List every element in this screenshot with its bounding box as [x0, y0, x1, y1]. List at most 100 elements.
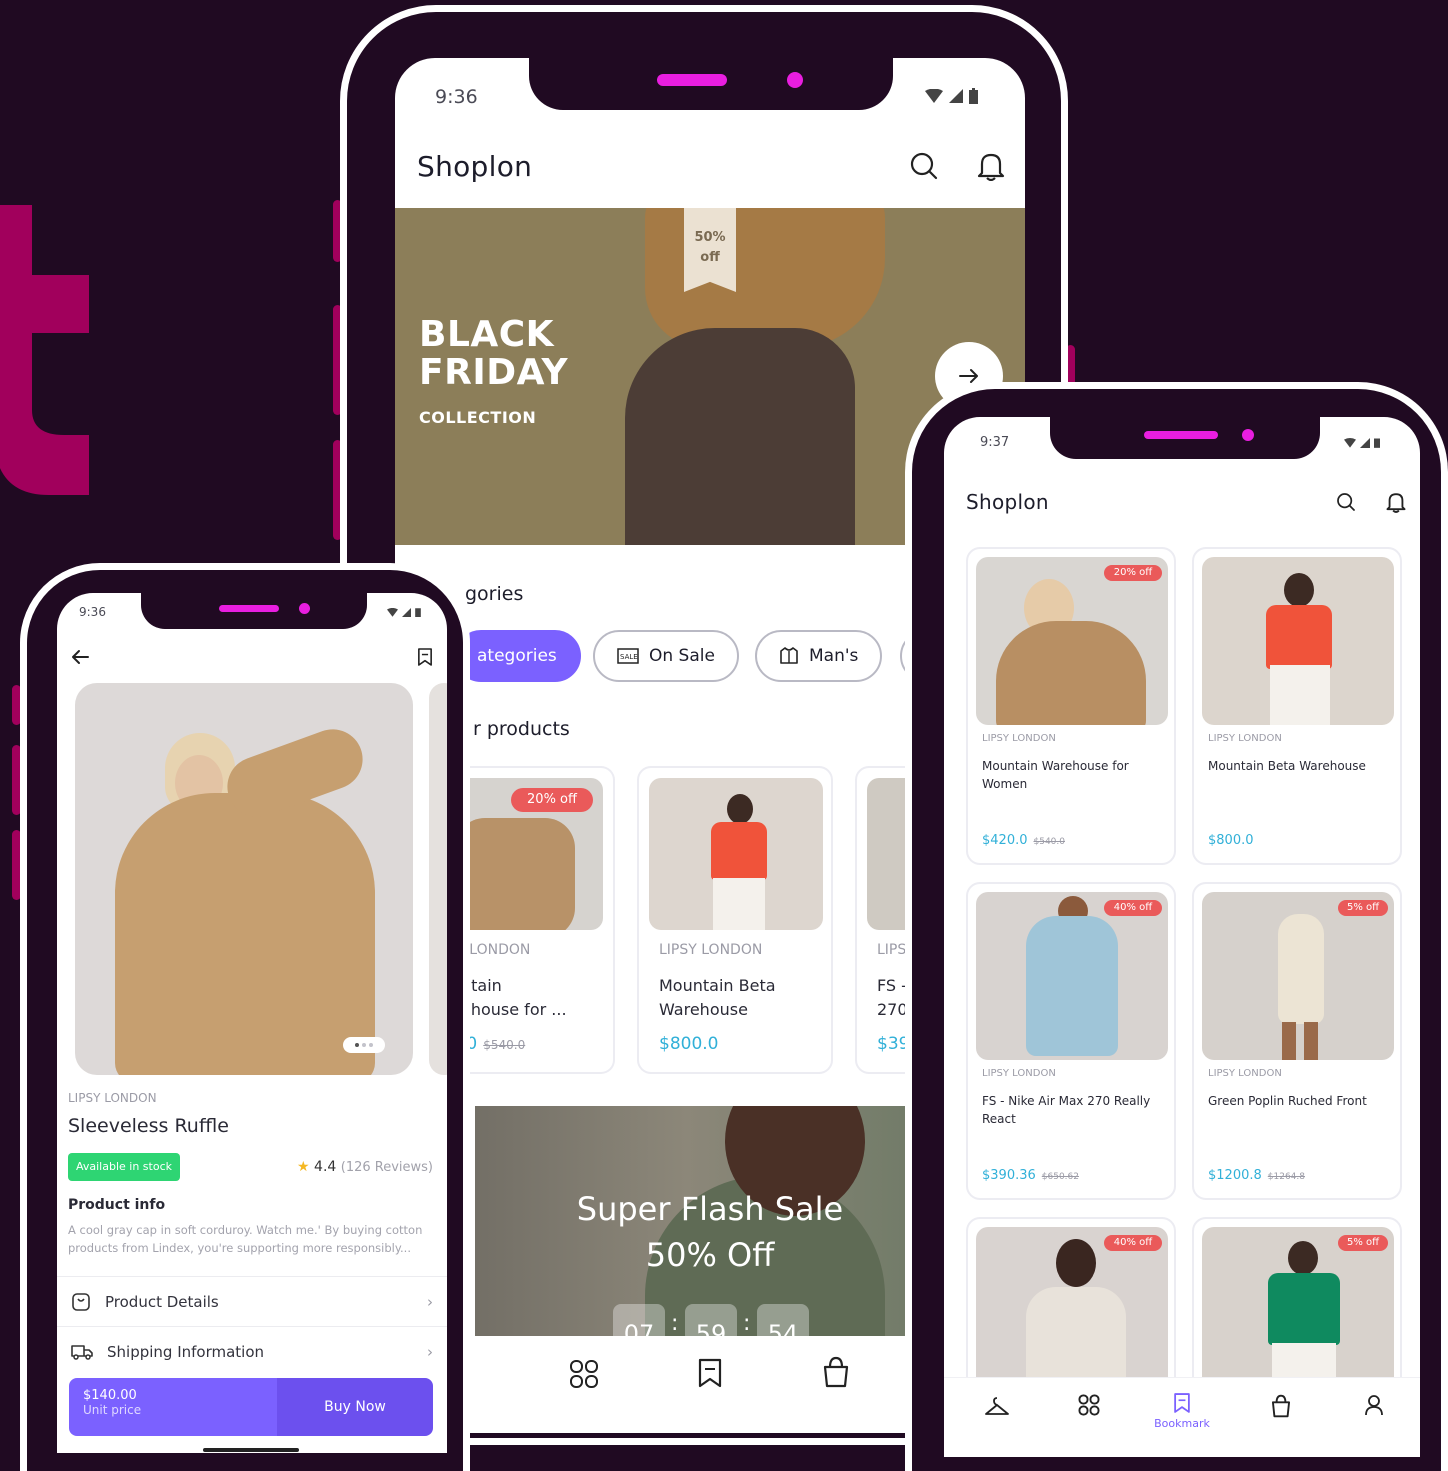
status-icons	[1344, 437, 1380, 448]
status-time: 9:37	[980, 435, 1010, 450]
wifi-icon	[1344, 437, 1356, 448]
discount-badge: 5% off	[1338, 900, 1388, 916]
bag-icon[interactable]	[1270, 1394, 1292, 1418]
truck-icon	[71, 1344, 93, 1360]
product-card[interactable]: 20% off ' LONDON ntain ehouse for ... .0…	[455, 766, 615, 1074]
product-card[interactable]: LIPSY LONDON Mountain Beta Warehouse $80…	[1192, 547, 1402, 865]
profile-icon[interactable]	[1364, 1394, 1384, 1416]
bottom-nav: Bookmark	[944, 1377, 1420, 1447]
timer-seconds: 54	[757, 1304, 809, 1336]
star-icon: ★	[297, 1159, 310, 1175]
details-screen: 9:36 LIPSY LONDON Sleeveless Ruffle Avai…	[57, 593, 447, 1453]
banner-title: BLACK FRIDAY	[419, 314, 569, 393]
battery-icon	[415, 608, 421, 617]
product-brand: LIPSY LONDON	[982, 733, 1056, 744]
product-title: FS - 270	[877, 976, 908, 1019]
discount-badge: 5% off	[1338, 1235, 1388, 1251]
battery-icon	[969, 88, 978, 104]
brand-letter-decoration	[0, 205, 89, 495]
discount-badge: 20% off	[511, 788, 593, 812]
bookmark-icon[interactable]	[417, 647, 433, 667]
flash-sale-banner[interactable]: Super Flash Sale 50% Off 07 : 59 : 54	[475, 1106, 945, 1336]
gallery-pagination	[343, 1037, 385, 1053]
nav-bookmark[interactable]: Bookmark	[1150, 1392, 1214, 1430]
product-title: Mountain Beta Warehouse	[1208, 759, 1366, 773]
bookmark-icon[interactable]	[697, 1357, 723, 1389]
purchase-bar: $140.00 Unit price Buy Now	[69, 1378, 433, 1436]
chip-all-categories[interactable]: ategories	[455, 630, 581, 682]
categories-icon[interactable]	[1078, 1394, 1100, 1416]
phone-product-grid: 9:37 Shoplon 20% off LIPSY LONDON Mounta…	[905, 382, 1448, 1471]
product-brand: ' LONDON	[461, 942, 531, 958]
buy-now-button[interactable]: Buy Now	[277, 1378, 433, 1436]
product-price: $800.0	[1208, 833, 1254, 848]
product-title: Mountain Beta Warehouse	[659, 976, 776, 1019]
status-icons	[387, 607, 421, 617]
signal-icon	[1360, 437, 1370, 448]
wifi-icon	[387, 607, 398, 617]
product-title: Sleeveless Ruffle	[68, 1115, 229, 1137]
chevron-right-icon: ›	[427, 1292, 433, 1311]
arrow-right-icon	[959, 369, 978, 383]
product-price: $390.36 $650.62	[982, 1168, 1079, 1183]
search-icon[interactable]	[909, 151, 939, 181]
status-icons	[925, 88, 978, 104]
product-gallery[interactable]	[75, 683, 413, 1075]
chip-mans[interactable]: Man's	[755, 630, 883, 682]
shirt-icon	[780, 647, 798, 664]
product-info-heading: Product info	[68, 1197, 166, 1213]
chip-on-sale[interactable]: SALE On Sale	[593, 630, 739, 682]
wifi-icon	[925, 89, 943, 103]
product-title: Mountain Warehouse for Women	[982, 759, 1129, 791]
product-brand: LIPSY LONDON	[982, 1068, 1056, 1079]
product-info-text: A cool gray cap in soft corduroy. Watch …	[68, 1223, 423, 1255]
bell-icon[interactable]	[977, 151, 1005, 181]
product-card[interactable]: 5% off LIPSY LONDON Green Poplin Ruched …	[1192, 882, 1402, 1200]
svg-text:SALE: SALE	[620, 653, 638, 661]
grid-screen: 9:37 Shoplon 20% off LIPSY LONDON Mounta…	[944, 417, 1420, 1457]
product-details-row[interactable]: Product Details ›	[57, 1276, 447, 1326]
product-card[interactable]: 40% off LIPSY LONDON FS - Nike Air Max 2…	[966, 882, 1176, 1200]
signal-icon	[949, 89, 963, 103]
timer-minutes: 59	[685, 1304, 737, 1336]
status-time: 9:36	[79, 605, 106, 619]
shipping-info-row[interactable]: Shipping Information ›	[57, 1326, 447, 1376]
app-bar: Shoplon	[944, 487, 1420, 517]
categories-icon[interactable]	[569, 1359, 599, 1389]
product-brand: LIPSY LONDON	[659, 942, 763, 958]
product-card[interactable]: 20% off LIPSY LONDON Mountain Warehouse …	[966, 547, 1176, 865]
product-title: ntain ehouse for ...	[461, 976, 567, 1019]
product-title: FS - Nike Air Max 270 Really React	[982, 1094, 1151, 1126]
notch	[141, 593, 367, 629]
product-price: $420.0 $540.0	[982, 833, 1065, 848]
notch	[1050, 417, 1320, 459]
product-rating: ★ 4.4 (126 Reviews)	[297, 1159, 433, 1175]
bell-icon[interactable]	[1386, 491, 1406, 513]
flash-sale-title: Super Flash Sale 50% Off	[576, 1190, 844, 1274]
categories-heading: gories	[465, 583, 524, 605]
app-bar: Shoplon	[395, 146, 1025, 186]
bag-icon[interactable]	[821, 1356, 851, 1388]
product-brand: LIPSY LONDON	[1208, 1068, 1282, 1079]
product-price: $1200.8 $1264.8	[1208, 1168, 1305, 1183]
back-arrow-icon[interactable]	[71, 649, 89, 665]
chevron-right-icon: ›	[427, 1342, 433, 1361]
product-card[interactable]: LIPSY LONDON Mountain Beta Warehouse $80…	[637, 766, 833, 1074]
product-brand: LIPSY LONDON	[1208, 733, 1282, 744]
search-icon[interactable]	[1336, 492, 1356, 512]
bookmark-icon	[1174, 1393, 1190, 1413]
product-price: $800.0	[659, 1034, 719, 1054]
product-icon	[72, 1292, 90, 1311]
signal-icon	[402, 607, 411, 617]
hanger-icon[interactable]	[984, 1396, 1010, 1418]
phone-product-details: 9:36 LIPSY LONDON Sleeveless Ruffle Avai…	[20, 563, 470, 1471]
banner-subtitle: COLLECTION	[419, 408, 537, 427]
stock-badge: Available in stock	[68, 1153, 181, 1181]
discount-badge: 40% off	[1104, 900, 1162, 916]
unit-price: $140.00 Unit price	[69, 1378, 277, 1436]
app-title: Shoplon	[966, 490, 1049, 514]
battery-icon	[1374, 438, 1380, 448]
discount-tag: 50% off	[684, 208, 736, 292]
product-brand: LIPSY LONDON	[68, 1091, 157, 1105]
status-time: 9:36	[435, 86, 478, 108]
